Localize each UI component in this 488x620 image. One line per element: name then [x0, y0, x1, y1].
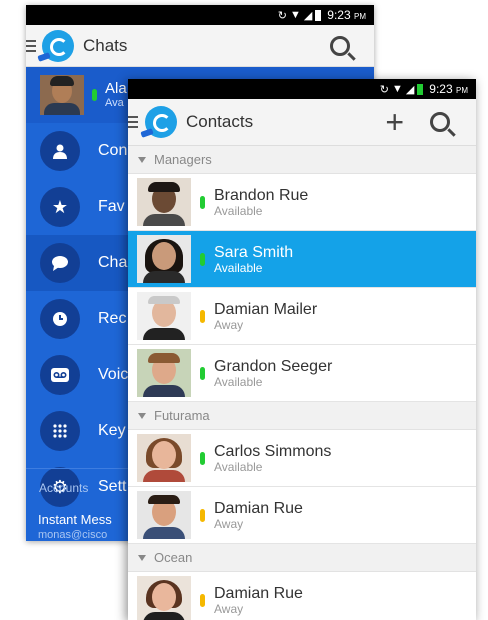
presence-dot [200, 366, 205, 380]
status-icons: ↻ ▼ ◢ [278, 9, 322, 22]
presence-dot [200, 593, 205, 607]
star-icon: ★ [40, 187, 80, 227]
contact-name: Carlos Simmons [214, 442, 332, 460]
presence-dot [200, 309, 205, 323]
clock-icon [40, 299, 80, 339]
contact-status: Away [214, 516, 244, 531]
contact-status: Away [214, 317, 244, 332]
group-name: Futurama [154, 408, 210, 423]
contacts-app-bar: Contacts + [128, 99, 476, 146]
contact-avatar [137, 178, 191, 226]
status-time: 9:23 PM [429, 82, 468, 96]
group-header-futurama[interactable]: Futurama [128, 402, 476, 430]
status-icons: ↻ ▼ ◢ [380, 83, 424, 96]
collapse-triangle-icon [138, 554, 146, 561]
contact-avatar [137, 235, 191, 283]
group-name: Ocean [154, 550, 193, 565]
app-title: Contacts [186, 112, 254, 131]
jabber-logo-icon [145, 106, 177, 138]
person-icon [40, 131, 80, 171]
nav-label: Key [98, 422, 126, 439]
contact-row[interactable]: Grandon Seeger Available [128, 345, 476, 402]
nav-label: Con [98, 142, 128, 159]
presence-dot [92, 89, 97, 101]
accounts-header: Accounts [39, 481, 89, 495]
presence-dot [200, 252, 205, 266]
contacts-screen: ↻ ▼ ◢ 9:23 PM Contacts + Managers Brando… [128, 79, 476, 620]
search-icon[interactable] [330, 35, 350, 56]
menu-icon[interactable] [128, 116, 138, 128]
presence-dot [200, 508, 205, 522]
profile-status: Ava [105, 97, 124, 109]
nav-label: Cha [98, 254, 128, 271]
jabber-logo-icon [42, 29, 74, 62]
contact-status: Available [214, 459, 263, 474]
nav-label: Fav [98, 198, 125, 215]
group-header-ocean[interactable]: Ocean [128, 544, 476, 572]
contact-name: Damian Rue [214, 584, 303, 602]
account-email: monas@cisco [38, 529, 108, 541]
account-name: Instant Mess [38, 512, 112, 527]
contact-avatar [137, 434, 191, 482]
contact-avatar [137, 576, 191, 620]
search-icon[interactable] [430, 112, 450, 132]
status-bar: ↻ ▼ ◢ 9:23 PM [128, 79, 476, 99]
contact-row-selected[interactable]: Sara Smith Available [128, 231, 476, 288]
profile-name: Ala [105, 80, 127, 97]
contact-name: Damian Mailer [214, 300, 318, 318]
contact-name: Damian Rue [214, 499, 303, 517]
chats-app-bar: Chats [26, 25, 374, 67]
nav-label: Sett [98, 478, 127, 495]
contact-row[interactable]: Damian Rue Away [128, 572, 476, 620]
sync-icon: ↻ [379, 83, 389, 96]
contact-name: Brandon Rue [214, 186, 309, 204]
menu-icon[interactable] [26, 39, 36, 52]
add-contact-icon[interactable]: + [385, 106, 404, 138]
nav-label: Rec [98, 310, 127, 327]
contact-row[interactable]: Brandon Rue Available [128, 174, 476, 231]
wifi-icon: ▼ [289, 9, 301, 21]
signal-icon: ◢ [405, 83, 415, 96]
group-header-managers[interactable]: Managers [128, 146, 476, 174]
contact-avatar [137, 349, 191, 397]
group-name: Managers [154, 152, 212, 167]
collapse-triangle-icon [138, 412, 146, 419]
wifi-icon: ▼ [391, 83, 403, 95]
contact-list: Managers Brandon Rue Available Sara Smith… [128, 146, 476, 620]
contact-row[interactable]: Damian Rue Away [128, 487, 476, 544]
contact-name: Sara Smith [214, 243, 294, 261]
presence-dot [200, 195, 205, 209]
contact-avatar [137, 292, 191, 340]
voicemail-icon [40, 355, 80, 395]
nav-label: Voic [98, 366, 129, 383]
battery-icon [315, 9, 322, 21]
contact-row[interactable]: Carlos Simmons Available [128, 430, 476, 487]
contact-status: Available [214, 203, 263, 218]
status-bar: ↻ ▼ ◢ 9:23 PM [26, 5, 374, 25]
chat-icon [40, 243, 80, 283]
signal-icon: ◢ [303, 9, 313, 22]
keypad-icon [40, 411, 80, 451]
contact-status: Available [214, 374, 263, 389]
presence-dot [200, 451, 205, 465]
contact-avatar [137, 491, 191, 539]
collapse-triangle-icon [138, 156, 146, 163]
status-time: 9:23 PM [327, 8, 366, 22]
sync-icon: ↻ [277, 9, 287, 22]
contact-row[interactable]: Damian Mailer Away [128, 288, 476, 345]
profile-avatar [40, 75, 84, 115]
contact-status: Away [214, 601, 244, 616]
app-title: Chats [83, 35, 128, 55]
battery-icon [417, 83, 424, 95]
contact-status: Available [214, 260, 263, 275]
contact-name: Grandon Seeger [214, 357, 333, 375]
